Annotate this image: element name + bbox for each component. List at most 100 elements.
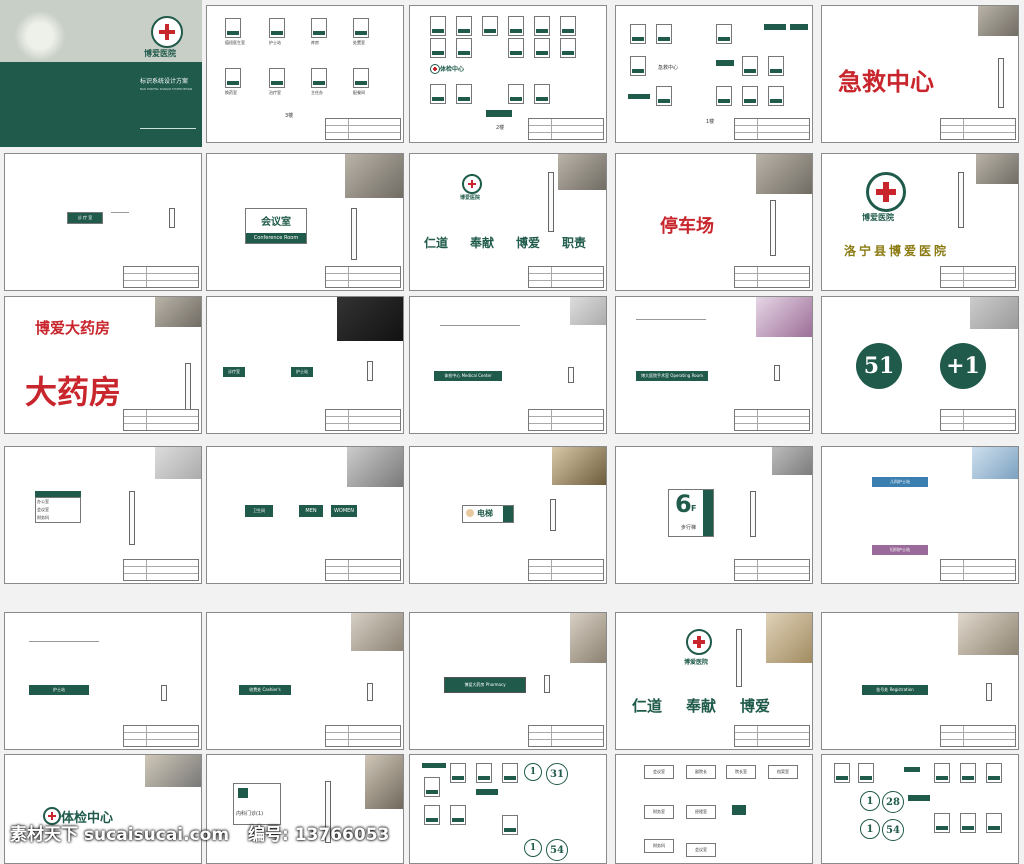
sign-bar: 诊 疗 室 xyxy=(67,212,103,224)
sign-post xyxy=(750,491,756,537)
drawing-sheet-pharmacy-sign[interactable]: 博爱大药房 Pharmacy xyxy=(409,612,607,750)
sign-thumbnail xyxy=(353,68,369,88)
drawing-sheet-gate[interactable]: 博爱医院 洛宁县博爱医院 xyxy=(821,153,1019,291)
sign-thumbnail xyxy=(630,56,646,76)
title-block xyxy=(734,118,810,140)
drawing-sheet-floor[interactable]: 6 F 步行梯 xyxy=(615,446,813,584)
drawing-sheet-emergency[interactable]: 急救中心 xyxy=(821,5,1019,143)
drawing-sheet-parking[interactable]: 停车场 xyxy=(615,153,813,291)
drawing-sheet-clinic[interactable]: 诊 疗 室 xyxy=(4,153,202,291)
sign-bar: 体检中心 Medical Center xyxy=(434,371,502,381)
office-sign: 财务室 xyxy=(644,805,674,819)
title-block xyxy=(528,118,604,140)
title-block xyxy=(325,266,401,288)
drawing-sheet-conference[interactable]: 会议室 Conference Room xyxy=(206,153,404,291)
drawing-sheet-nurse-stations[interactable]: 儿科护士站 妇科护士站 xyxy=(821,446,1019,584)
drawing-sheet-cashier[interactable]: 收费处 Cashier's xyxy=(206,612,404,750)
office-sign: 档案室 xyxy=(768,765,798,779)
drawing-sheet-offices[interactable]: 会议室 副院长 院长室 档案室 财务室 经理室 财务科 会议室 xyxy=(615,754,813,864)
drawing-sheet-3f[interactable]: 值班医生室 护士站 库房 处置室 换药室 治疗室 主任办 配餐间 3楼 xyxy=(206,5,404,143)
room-number-badge: 1 xyxy=(524,839,542,857)
sign-thumbnail xyxy=(534,84,550,104)
sign-thumbnail xyxy=(560,16,576,36)
red-cross-logo-icon xyxy=(462,174,482,194)
sign-thumbnail xyxy=(450,805,466,825)
sign-thumbnail xyxy=(960,763,976,783)
title-block xyxy=(940,409,1016,431)
site-photo xyxy=(756,297,812,337)
drawing-sheet-2f[interactable]: 体检中心 2楼 xyxy=(409,5,607,143)
sign-post xyxy=(568,367,574,383)
office-sign: 会议室 xyxy=(686,843,716,857)
drawing-sheet-directory[interactable]: 办公室 会议室 财务科 xyxy=(4,446,202,584)
sign-post xyxy=(958,172,964,228)
sign-bar xyxy=(628,94,650,99)
site-photo xyxy=(351,613,403,651)
office-sign: 院长室 xyxy=(726,765,756,779)
drawing-sheet-values[interactable]: 博爱医院 仁道 奉献 博爱 职责 xyxy=(409,153,607,291)
drawing-sheet-operating[interactable]: 博大医院手术室 Operating Room xyxy=(615,296,813,434)
drawing-sheet-outpatient[interactable]: 内科门诊(1) xyxy=(206,754,404,864)
sign-bar xyxy=(904,767,920,772)
drawing-sheet-room-numbers[interactable]: 51 +1 xyxy=(821,296,1019,434)
office-sign: 会议室 xyxy=(644,765,674,779)
sign-post xyxy=(770,200,776,256)
drawing-sheet-pharmacy[interactable]: 博爱大药房 大药房 xyxy=(4,296,202,434)
floor-unit: F xyxy=(691,504,697,513)
sign-bar: 护士站 xyxy=(29,685,89,695)
sign-bar xyxy=(716,60,734,66)
sign-thumbnail xyxy=(960,813,976,833)
floor-label: 1楼 xyxy=(706,119,715,125)
drawing-sheet-numbers-b[interactable]: 1 28 1 54 xyxy=(821,754,1019,864)
cover-divider xyxy=(140,128,196,129)
dimension-line xyxy=(29,641,99,642)
drawing-sheet-numbers-a[interactable]: 1 31 1 54 xyxy=(409,754,607,864)
sign-label: 治疗室 xyxy=(269,90,281,95)
drawing-sheet-restroom[interactable]: 卫生间 MEN WOMEN xyxy=(206,446,404,584)
title-block xyxy=(325,409,401,431)
sign-thumbnail xyxy=(656,86,672,106)
drawing-sheet-checkup[interactable]: 体检中心 xyxy=(4,754,202,864)
sign-post xyxy=(986,683,992,701)
site-photo xyxy=(345,154,403,198)
site-photo xyxy=(365,755,403,809)
title-block xyxy=(940,559,1016,581)
drawing-sheet-registration[interactable]: 挂号处 Registration xyxy=(821,612,1019,750)
sign-thumbnail xyxy=(225,18,241,38)
site-photo xyxy=(976,154,1018,184)
sign-thumbnail xyxy=(311,18,327,38)
floor-band xyxy=(703,490,713,536)
sign-thumbnail xyxy=(834,763,850,783)
sign-bar xyxy=(476,789,498,795)
floor-label: 3楼 xyxy=(285,113,294,119)
sign-thumbnail xyxy=(450,763,466,783)
site-photo xyxy=(155,447,201,479)
drawing-sheet-hanging[interactable]: 诊疗室 护士站 xyxy=(206,296,404,434)
sign-bar xyxy=(422,763,446,768)
title-block xyxy=(123,559,199,581)
parking-text: 停车场 xyxy=(660,216,714,237)
room-number-badge: 51 xyxy=(856,343,902,389)
room-sign: 会议室 Conference Room xyxy=(245,208,307,244)
drawing-sheet-1f[interactable]: 急救中心 1楼 xyxy=(615,5,813,143)
value-text: 奉献 xyxy=(470,236,495,250)
sign-thumbnail xyxy=(476,763,492,783)
drawing-sheet-nurse-station[interactable]: 护士站 xyxy=(4,612,202,750)
drawing-sheet-elevator[interactable]: 电梯 xyxy=(409,446,607,584)
sign-thumbnail xyxy=(934,763,950,783)
sign-post xyxy=(774,365,780,381)
sign-post xyxy=(367,683,373,701)
sign-label: 库房 xyxy=(311,40,319,45)
floor-label: 2楼 xyxy=(496,125,505,131)
sign-bar xyxy=(764,24,786,30)
cover-title: 博爱医院 xyxy=(144,49,176,58)
dimension-line xyxy=(111,212,129,213)
sign-bar xyxy=(790,24,808,30)
women-sign: WOMEN xyxy=(331,505,357,517)
drawing-sheet-ceiling-sign[interactable]: 体检中心 Medical Center xyxy=(409,296,607,434)
floor-sign: 6 F 步行梯 xyxy=(668,489,714,537)
cover-sheet[interactable]: 博爱医院 标识系统设计方案 BOAI HOSPITAL SIGNAGE SYST… xyxy=(0,0,202,147)
sign-thumbnail xyxy=(560,38,576,58)
sign-thumbnail xyxy=(456,38,472,58)
drawing-sheet-values-2[interactable]: 博爱医院 仁道 奉献 博爱 xyxy=(615,612,813,750)
